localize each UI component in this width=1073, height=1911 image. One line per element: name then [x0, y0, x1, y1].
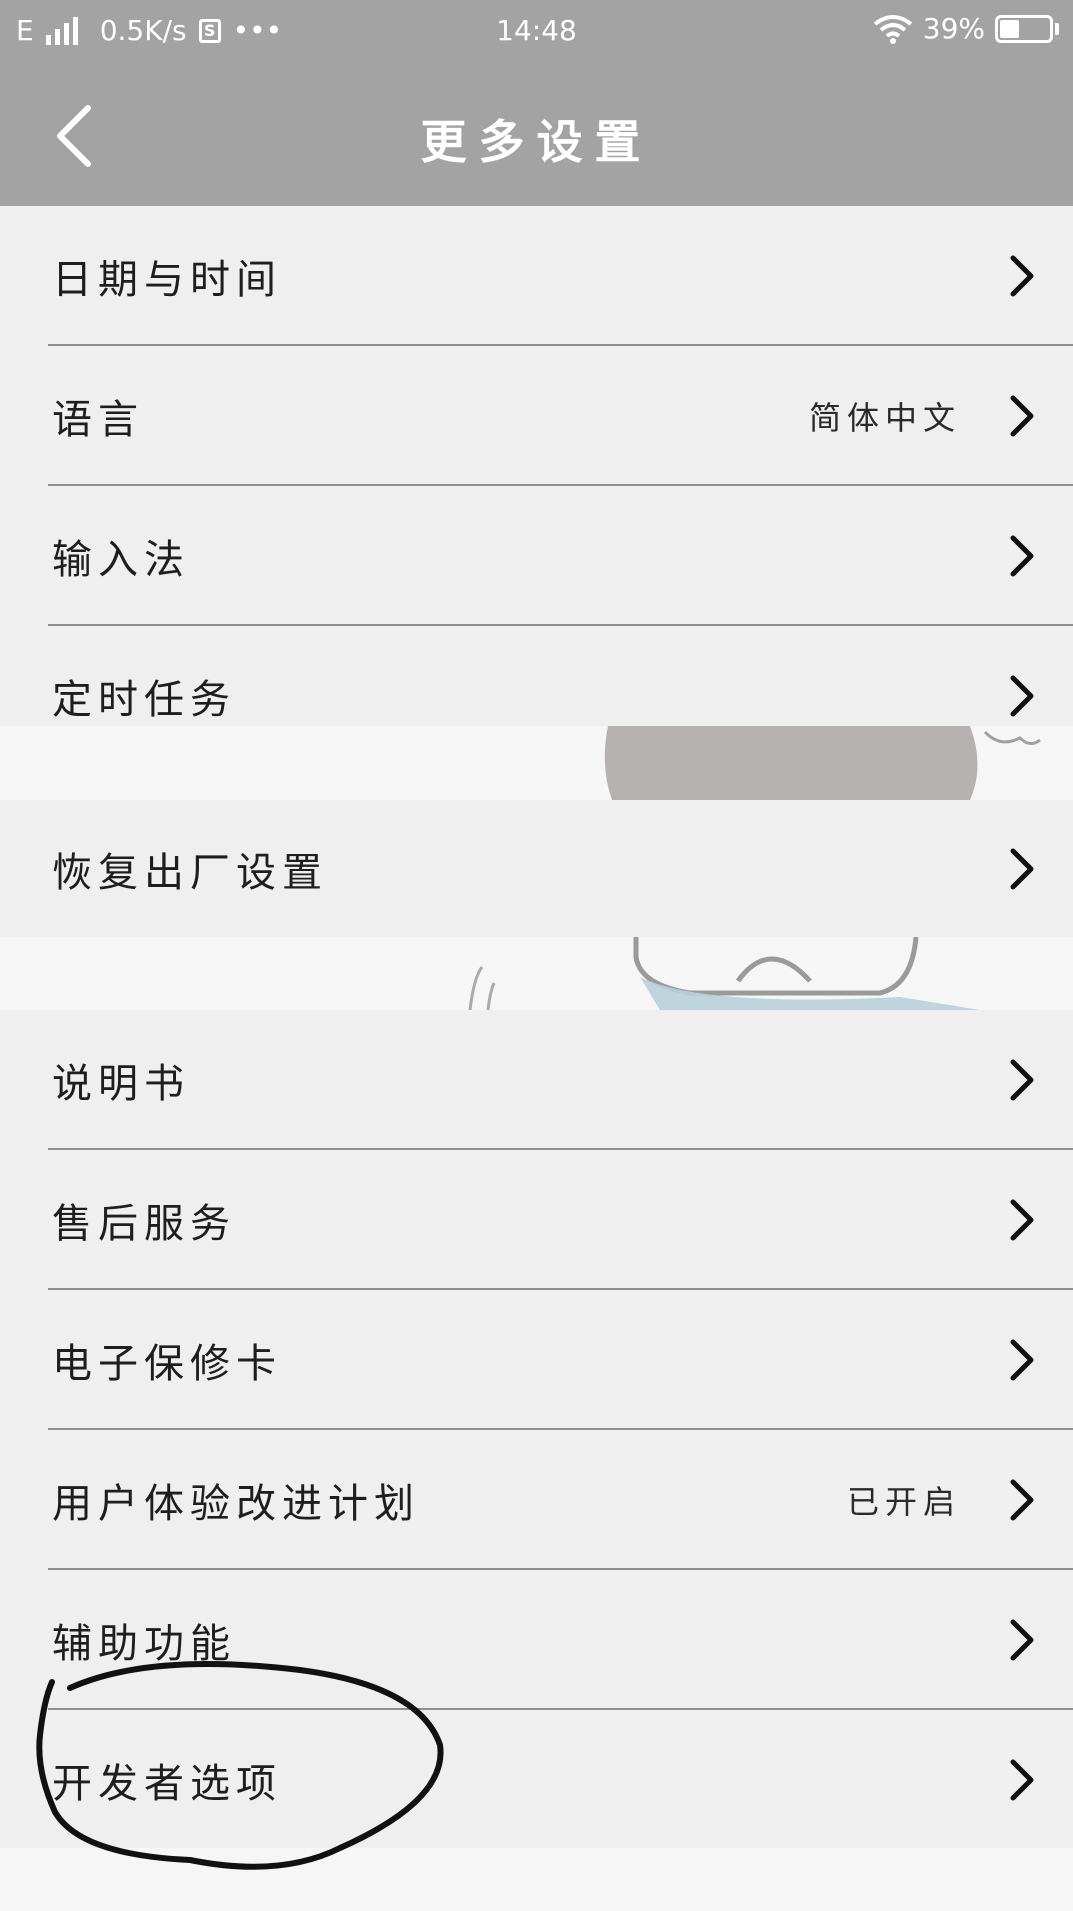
- signal-icon: [45, 16, 78, 45]
- settings-row-label: 语言: [52, 397, 144, 443]
- settings-row[interactable]: 输入法: [0, 486, 1073, 626]
- chevron-right-icon: [1010, 1619, 1034, 1661]
- settings-row[interactable]: 辅助功能: [0, 1570, 1073, 1710]
- settings-row-label: 日期与时间: [52, 257, 282, 303]
- more-notifications-icon: •••: [232, 14, 283, 47]
- chevron-right-icon: [1010, 1199, 1034, 1241]
- settings-row-value: 已开启: [846, 1483, 961, 1521]
- chevron-right-icon: [1010, 255, 1034, 297]
- settings-row-label: 输入法: [52, 537, 190, 583]
- settings-row-label: 说明书: [52, 1061, 190, 1107]
- chevron-right-icon: [1010, 848, 1034, 889]
- network-speed: 0.5K/s: [99, 14, 187, 47]
- settings-row[interactable]: 售后服务: [0, 1150, 1073, 1290]
- settings-row[interactable]: 恢复出厂设置: [0, 800, 1073, 937]
- chevron-right-icon: [1010, 1479, 1034, 1521]
- chevron-right-icon: [1010, 1759, 1034, 1801]
- settings-row[interactable]: 用户体验改进计划 已开启: [0, 1430, 1073, 1570]
- clock: 14:48: [496, 14, 577, 47]
- settings-row-label: 用户体验改进计划: [52, 1481, 420, 1527]
- settings-row[interactable]: 电子保修卡: [0, 1290, 1073, 1430]
- chevron-right-icon: [1010, 675, 1034, 717]
- status-bar: E 0.5K/s S ••• 14:48 39%: [0, 0, 1073, 66]
- settings-row[interactable]: 说明书: [0, 1010, 1073, 1150]
- decorative-illustration: [468, 937, 980, 1010]
- network-type: E: [16, 14, 34, 47]
- page-title: 更多设置: [420, 115, 653, 169]
- s-app-icon: S: [198, 18, 221, 43]
- settings-row-label: 电子保修卡: [52, 1341, 282, 1387]
- settings-row[interactable]: 日期与时间: [0, 206, 1073, 346]
- chevron-right-icon: [1010, 1339, 1034, 1381]
- battery-icon: [995, 14, 1059, 43]
- decorative-illustration: [604, 726, 1041, 800]
- settings-row-value: 简体中文: [808, 399, 961, 437]
- settings-row-label: 辅助功能: [52, 1621, 236, 1667]
- settings-group-reset: 恢复出厂设置: [0, 800, 1073, 937]
- settings-row-label: 开发者选项: [52, 1761, 282, 1807]
- chevron-right-icon: [1010, 535, 1034, 577]
- bottom-space: [0, 1848, 1073, 1911]
- settings-row-label: 恢复出厂设置: [52, 849, 328, 896]
- header: 更多设置: [0, 66, 1073, 206]
- settings-row[interactable]: 开发者选项: [0, 1710, 1073, 1850]
- battery-percent: 39%: [922, 12, 985, 45]
- settings-row[interactable]: 语言 简体中文: [0, 346, 1073, 486]
- settings-row-label: 售后服务: [52, 1201, 236, 1247]
- section-gap: [0, 726, 1073, 800]
- wifi-icon: [873, 14, 912, 44]
- chevron-right-icon: [1010, 395, 1034, 437]
- settings-group-system: 日期与时间语言 简体中文输入法定时任务: [0, 206, 1073, 726]
- chevron-right-icon: [1010, 1059, 1034, 1101]
- section-gap: [0, 937, 1073, 1010]
- settings-group-info: 说明书售后服务电子保修卡用户体验改进计划 已开启辅助功能开发者选项: [0, 1010, 1073, 1848]
- settings-row-label: 定时任务: [52, 677, 236, 723]
